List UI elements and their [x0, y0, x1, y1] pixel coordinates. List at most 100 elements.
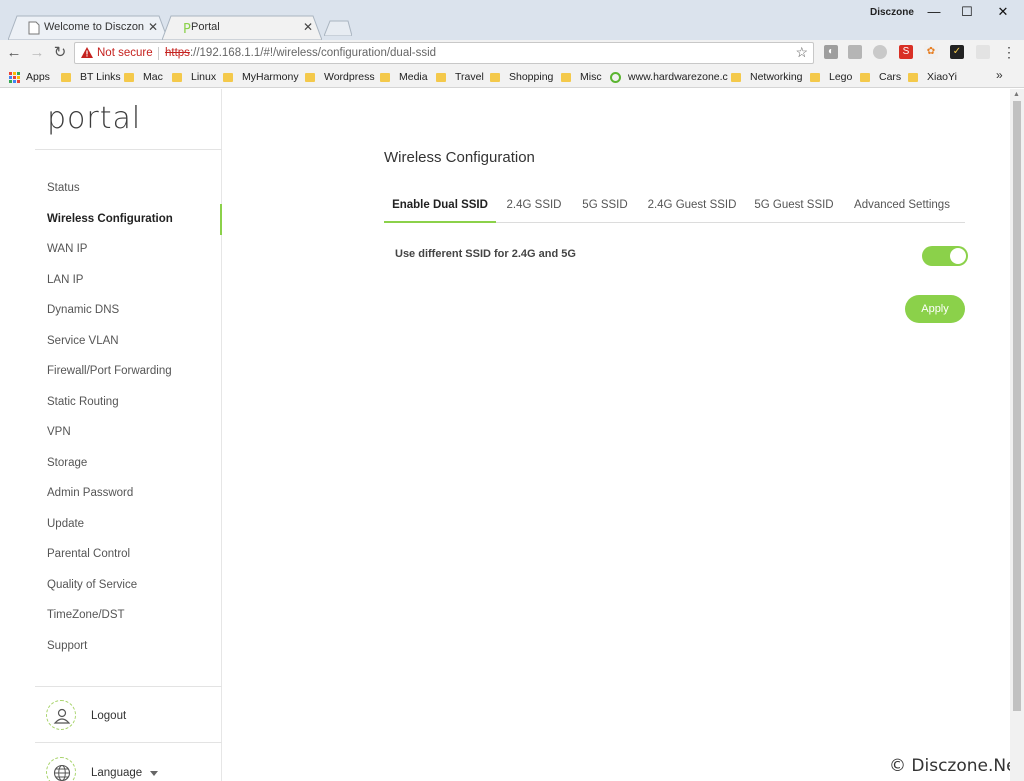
bookmark-apps[interactable]: Apps — [9, 69, 50, 85]
bookmark-folder[interactable]: Networking — [731, 69, 803, 85]
bookmark-folder[interactable]: Wordpress — [305, 69, 375, 85]
browser-tab-portal[interactable]: P Portal ✕ — [162, 15, 322, 40]
portal-logo: portal — [47, 101, 142, 136]
close-window-icon[interactable]: ✕ — [988, 2, 1018, 24]
globe-icon — [53, 764, 71, 781]
sidebar-item-parental-control[interactable]: Parental Control — [47, 548, 130, 560]
sidebar-item-vpn[interactable]: VPN — [47, 426, 71, 438]
page-title: Wireless Configuration — [384, 149, 535, 166]
bookmark-folder[interactable]: Mac — [124, 69, 163, 85]
sidebar-item-static-routing[interactable]: Static Routing — [47, 396, 119, 408]
address-bar[interactable]: Not secure https://192.168.1.1/#!/wirele… — [74, 42, 814, 64]
browser-tab-disczone[interactable]: Welcome to Disczone! - ✕ — [8, 15, 168, 40]
sidebar-item-quality-of-service[interactable]: Quality of Service — [47, 579, 137, 591]
sidebar-item-support[interactable]: Support — [47, 640, 87, 652]
dual-ssid-label: Use different SSID for 2.4G and 5G — [395, 248, 576, 260]
sidebar-item-dynamic-dns[interactable]: Dynamic DNS — [47, 304, 119, 316]
folder-icon — [305, 72, 315, 82]
tab-24g-guest-ssid[interactable]: 2.4G Guest SSID — [646, 199, 738, 223]
new-tab-button[interactable] — [324, 20, 352, 36]
folder-icon — [223, 72, 233, 82]
language-button[interactable] — [46, 757, 76, 781]
sidebar-item-lan-ip[interactable]: LAN IP — [47, 274, 83, 286]
bookmark-star-icon[interactable]: ☆ — [795, 44, 808, 61]
bookmark-folder[interactable]: Shopping — [490, 69, 553, 85]
logout-label[interactable]: Logout — [91, 710, 126, 722]
bookmark-folder[interactable]: MyHarmony — [223, 69, 299, 85]
bookmark-folder[interactable]: XiaoYi — [908, 69, 957, 85]
url-path: ://192.168.1.1/#!/wireless/configuration… — [189, 47, 437, 59]
tab-5g-ssid[interactable]: 5G SSID — [580, 199, 630, 223]
sidebar: portal Status Wireless Configuration WAN… — [0, 89, 222, 781]
extension-evernote-icon[interactable]: ✿ — [924, 45, 938, 59]
folder-icon — [172, 72, 182, 82]
tab-advanced-settings[interactable]: Advanced Settings — [850, 199, 954, 223]
back-icon[interactable]: ← — [4, 43, 24, 63]
sidebar-item-wan-ip[interactable]: WAN IP — [47, 243, 87, 255]
folder-icon — [436, 72, 446, 82]
bookmark-label: Linux — [191, 71, 217, 83]
bookmark-label: XiaoYi — [927, 71, 957, 83]
close-tab-icon[interactable]: ✕ — [303, 20, 313, 34]
bookmarks-overflow-icon[interactable]: » — [996, 68, 1003, 82]
url-protocol: https — [165, 47, 190, 59]
sidebar-item-admin-password[interactable]: Admin Password — [47, 487, 133, 499]
warning-icon — [81, 47, 93, 58]
sidebar-item-wireless-configuration[interactable]: Wireless Configuration — [47, 213, 173, 225]
bookmark-folder[interactable]: Misc — [561, 69, 602, 85]
extension-circle-icon[interactable] — [873, 45, 887, 59]
extension-check-icon[interactable]: ✓ — [950, 45, 964, 59]
sidebar-item-storage[interactable]: Storage — [47, 457, 87, 469]
apply-button[interactable]: Apply — [905, 295, 965, 323]
language-label[interactable]: Language — [91, 767, 142, 779]
extension-grey-icon[interactable] — [848, 45, 862, 59]
bookmark-label: BT Links — [80, 71, 121, 83]
sidebar-item-update[interactable]: Update — [47, 518, 84, 530]
sidebar-item-status[interactable]: Status — [47, 182, 80, 194]
dual-ssid-toggle[interactable] — [922, 246, 968, 266]
tab-enable-dual-ssid[interactable]: Enable Dual SSID — [384, 199, 496, 223]
menu-icon[interactable]: ⋮ — [1002, 45, 1016, 59]
chevron-down-icon[interactable] — [150, 771, 158, 777]
close-tab-icon[interactable]: ✕ — [148, 20, 158, 34]
sidebar-item-service-vlan[interactable]: Service VLAN — [47, 335, 119, 347]
logout-button[interactable] — [46, 700, 76, 730]
not-secure-label: Not secure — [97, 47, 153, 59]
bookmark-hardwarezone[interactable]: www.hardwarezone.c — [610, 69, 728, 85]
toggle-knob — [950, 248, 966, 264]
folder-icon — [61, 72, 71, 82]
reload-icon[interactable]: ↻ — [50, 43, 70, 63]
sidebar-divider — [35, 742, 222, 743]
maximize-icon[interactable]: ☐ — [952, 2, 982, 24]
bookmark-folder[interactable]: Lego — [810, 69, 852, 85]
tab-5g-guest-ssid[interactable]: 5G Guest SSID — [753, 199, 835, 223]
scroll-up-icon[interactable]: ▲ — [1013, 91, 1020, 98]
bookmark-label: MyHarmony — [242, 71, 299, 83]
browser-toolbar: ← → ↻ Not secure https://192.168.1.1/#!/… — [0, 40, 1024, 66]
window-user-label: Disczone — [870, 7, 914, 18]
extension-cast-icon[interactable] — [976, 45, 990, 59]
tab-title: Portal — [191, 21, 220, 33]
config-tabs: Enable Dual SSID 2.4G SSID 5G SSID 2.4G … — [384, 199, 965, 223]
page-scrollbar[interactable]: ▲ — [1010, 89, 1024, 781]
bookmark-folder[interactable]: BT Links — [61, 69, 121, 85]
bookmark-label: www.hardwarezone.c — [628, 71, 728, 83]
extension-s-icon[interactable]: S — [899, 45, 913, 59]
bookmark-label: Apps — [26, 71, 50, 83]
sidebar-item-firewall-port-forwarding[interactable]: Firewall/Port Forwarding — [47, 365, 172, 377]
bookmark-folder[interactable]: Linux — [172, 69, 216, 85]
scrollbar-thumb[interactable] — [1013, 101, 1021, 711]
forward-icon[interactable]: → — [27, 43, 47, 63]
bookmark-folder[interactable]: Travel — [436, 69, 484, 85]
hardwarezone-icon — [610, 71, 621, 83]
tab-24g-ssid[interactable]: 2.4G SSID — [504, 199, 564, 223]
folder-icon — [908, 72, 918, 82]
bookmark-folder[interactable]: Media — [380, 69, 428, 85]
sidebar-item-timezone-dst[interactable]: TimeZone/DST — [47, 609, 125, 621]
bookmark-label: Media — [399, 71, 428, 83]
sidebar-divider — [35, 149, 222, 150]
minimize-icon[interactable]: — — [919, 2, 949, 24]
extension-off-icon[interactable]: ◐ — [824, 45, 838, 59]
bookmark-folder[interactable]: Cars — [860, 69, 901, 85]
watermark: © Disczone.Net — [889, 756, 1010, 776]
